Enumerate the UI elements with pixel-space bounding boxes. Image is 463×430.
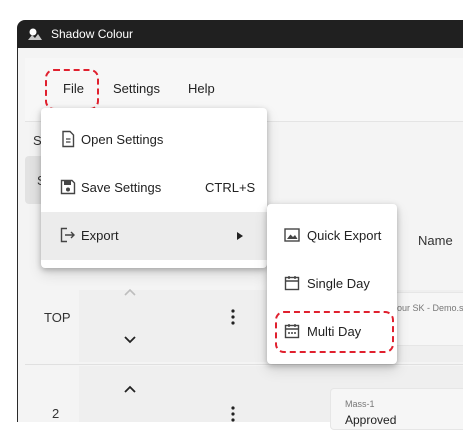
chevron-down-icon[interactable] bbox=[123, 335, 137, 345]
more-vert-icon[interactable] bbox=[228, 404, 238, 424]
window-title: Shadow Colour bbox=[51, 27, 134, 41]
row-divider bbox=[25, 364, 463, 365]
menu-item-shortcut: CTRL+S bbox=[205, 180, 256, 195]
menu-item-quick-export[interactable]: Quick Export bbox=[267, 212, 397, 260]
menu-item-open-settings[interactable]: Open Settings bbox=[41, 116, 267, 164]
file-dropdown-menu: Open Settings Save Settings CTRL+S Expor… bbox=[41, 108, 267, 268]
export-icon bbox=[60, 227, 75, 243]
calendar-icon bbox=[284, 276, 300, 291]
title-bar: Shadow Colour bbox=[17, 20, 463, 48]
menu-item-label: Open Settings bbox=[81, 132, 164, 147]
menu-item-label: Save Settings bbox=[81, 180, 162, 195]
multi-day-highlight bbox=[275, 311, 394, 353]
menu-item-label: Quick Export bbox=[307, 228, 382, 243]
menu-item-export[interactable]: Export bbox=[41, 212, 267, 260]
row-top-card-text: our SK - Demo.s bbox=[397, 303, 463, 313]
menu-item-save-settings[interactable]: Save Settings CTRL+S bbox=[41, 164, 267, 212]
row-label-2: 2 bbox=[52, 406, 60, 421]
row-2-card-label: Mass-1 bbox=[345, 399, 375, 409]
column-header-name[interactable]: Name bbox=[418, 233, 453, 248]
file-icon bbox=[62, 130, 75, 148]
menu-item-label: Single Day bbox=[307, 276, 370, 291]
row-2-card-status: Approved bbox=[345, 413, 397, 427]
file-menu-highlight bbox=[45, 69, 99, 110]
menu-item-label: Export bbox=[81, 228, 119, 243]
chevron-up-icon[interactable] bbox=[123, 384, 137, 394]
menu-help[interactable]: Help bbox=[188, 81, 215, 96]
menu-item-single-day[interactable]: Single Day bbox=[267, 260, 397, 308]
row-2-card[interactable]: Mass-1 Approved bbox=[330, 388, 463, 430]
more-vert-icon[interactable] bbox=[228, 307, 238, 327]
row-label-top: TOP bbox=[44, 310, 71, 325]
app-logo-icon bbox=[28, 28, 42, 40]
chevron-up-icon[interactable] bbox=[123, 287, 137, 297]
image-icon bbox=[284, 228, 300, 242]
save-icon bbox=[60, 179, 76, 195]
submenu-arrow-icon bbox=[237, 232, 243, 240]
menu-settings[interactable]: Settings bbox=[113, 81, 160, 96]
